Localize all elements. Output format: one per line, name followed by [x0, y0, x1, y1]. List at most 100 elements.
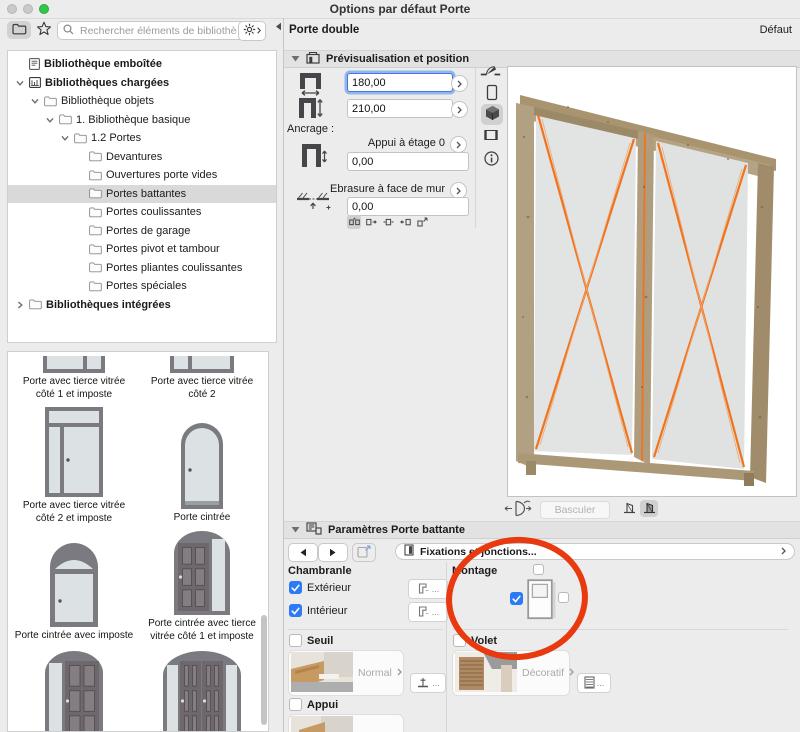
prev-arrow-icon: [300, 548, 306, 557]
montage-right-checkbox[interactable]: [558, 592, 569, 603]
montage-top-checkbox[interactable]: [533, 564, 544, 575]
folder-icon: [89, 151, 102, 162]
sill-anchor-icon: [299, 143, 328, 170]
door-thumbnail-image: [43, 356, 105, 373]
star-icon: [36, 21, 52, 39]
door-preview-viewport[interactable]: [507, 66, 797, 497]
seuil-settings-button[interactable]: ...: [410, 673, 446, 693]
thumbnail-item[interactable]: Porte cintrée: [138, 403, 266, 527]
door-open-in-toggle[interactable]: [640, 500, 658, 517]
chevron-down-icon[interactable]: [29, 97, 40, 105]
tree-item[interactable]: Portes battantes: [8, 184, 276, 203]
disclosure-triangle-icon[interactable]: [291, 524, 300, 536]
tree-item[interactable]: 1.2 Portes: [8, 129, 276, 148]
flip-swing-icon[interactable]: [502, 499, 534, 518]
3d-view-button[interactable]: [481, 104, 503, 125]
interior-casing-settings-button[interactable]: ...: [408, 602, 448, 622]
next-page-button[interactable]: [318, 543, 348, 562]
thumbnail-item[interactable]: Porte cintrée avec tierce: [10, 645, 138, 731]
library-settings-button[interactable]: [238, 21, 266, 41]
disclosure-triangle-icon[interactable]: [291, 53, 300, 65]
height-input[interactable]: [347, 99, 453, 118]
volet-type-selector[interactable]: Décoratif: [452, 650, 574, 696]
sill-value-input[interactable]: [347, 152, 469, 171]
plan-view-icon[interactable]: [480, 63, 501, 77]
thumbnail-item[interactable]: Porte avec tierce vitrée côté 2 et impos…: [10, 403, 138, 527]
panel-collapse-arrow-icon[interactable]: [275, 22, 282, 34]
anchor-mode-diagonal-button[interactable]: [415, 215, 429, 229]
folder-view-button[interactable]: [7, 21, 31, 39]
tree-item[interactable]: Portes coulissantes: [8, 203, 276, 222]
elevation-view-icon[interactable]: [486, 84, 498, 101]
volet-settings-button[interactable]: ...: [577, 673, 611, 693]
appui-checkbox-row[interactable]: Appui: [289, 698, 338, 711]
folder-icon: [44, 96, 57, 107]
gear-icon: [243, 23, 256, 39]
info-icon[interactable]: [484, 151, 499, 166]
section-view-icon[interactable]: [483, 129, 499, 141]
tree-item[interactable]: Devantures: [8, 148, 276, 167]
seuil-type-selector[interactable]: Normal: [288, 650, 404, 696]
interior-checkbox-row[interactable]: Intérieur: [289, 604, 347, 617]
sill-anchor-options-button[interactable]: [450, 136, 467, 153]
preview-section-title: Prévisualisation et position: [326, 53, 470, 65]
tree-item[interactable]: Portes spéciales: [8, 277, 276, 296]
exterior-checkbox[interactable]: [289, 581, 302, 594]
volet-checkbox[interactable]: [453, 634, 466, 647]
interior-checkbox[interactable]: [289, 604, 302, 617]
tree-item[interactable]: Ouvertures porte vides: [8, 166, 276, 185]
interior-label: Intérieur: [307, 604, 348, 617]
tree-item[interactable]: Portes pivot et tambour: [8, 240, 276, 259]
tree-item[interactable]: Bibliothèques chargées: [8, 74, 276, 93]
prev-page-button[interactable]: [288, 543, 318, 562]
thumbnail-item[interactable]: Porte cintrée avec tierce vitrée côté 1 …: [138, 527, 266, 645]
threshold-icon: [416, 676, 430, 690]
exterior-casing-settings-button[interactable]: ...: [408, 579, 448, 599]
anchor-mode-center-button[interactable]: [381, 215, 395, 229]
tree-item[interactable]: Bibliothèque emboîtée: [8, 55, 276, 74]
door-open-out-toggle[interactable]: [620, 500, 638, 517]
anchor-mode-left-button[interactable]: [364, 215, 378, 229]
tree-item[interactable]: Portes de garage: [8, 222, 276, 241]
chevron-right-icon[interactable]: [14, 301, 25, 309]
chevron-down-icon[interactable]: [14, 79, 25, 87]
appui-type-selector[interactable]: [288, 714, 404, 732]
anchor-mode-both-sides-button[interactable]: [347, 215, 361, 229]
thumbnail-item[interactable]: Porte avec tierce vitrée côté 1 et impos…: [10, 352, 138, 403]
thumbnail-item[interactable]: Porte cintrée, 2 battants, 2: [138, 645, 266, 731]
seuil-checkbox[interactable]: [289, 634, 302, 647]
favorites-button[interactable]: [33, 21, 55, 39]
tree-item[interactable]: 1. Bibliothèque basique: [8, 111, 276, 130]
flip-button[interactable]: Basculer: [540, 501, 610, 519]
more-label: ...: [596, 678, 605, 688]
panel-splitter[interactable]: [283, 18, 284, 732]
width-options-button[interactable]: [451, 75, 468, 92]
tree-item[interactable]: Bibliothèque objets: [8, 92, 276, 111]
folder-icon: [29, 299, 42, 310]
library-search-field[interactable]: [57, 21, 245, 40]
width-input[interactable]: [347, 73, 453, 92]
exterior-checkbox-row[interactable]: Extérieur: [289, 581, 351, 594]
reveal-value-input[interactable]: [347, 197, 469, 216]
search-input[interactable]: [78, 23, 239, 38]
seuil-checkbox-row[interactable]: Seuil: [289, 634, 333, 647]
tree-item[interactable]: Portes pliantes coulissantes: [8, 259, 276, 278]
anchor-label: Ancrage :: [287, 123, 335, 135]
transfer-settings-button[interactable]: [352, 543, 376, 562]
thumbnail-scrollbar[interactable]: [261, 615, 267, 725]
parameter-page-selector[interactable]: Fixations et jonctions...: [395, 543, 795, 560]
appui-checkbox[interactable]: [289, 698, 302, 711]
thumbnail-item[interactable]: Porte cintrée avec imposte: [10, 527, 138, 645]
height-options-button[interactable]: [451, 101, 468, 118]
volet-checkbox-row[interactable]: Volet: [453, 634, 497, 647]
anchor-mode-right-button[interactable]: [398, 215, 412, 229]
montage-left-checkbox[interactable]: [510, 592, 523, 605]
section-door-parameters[interactable]: Paramètres Porte battante: [284, 521, 800, 539]
tree-item[interactable]: Bibliothèques intégrées: [8, 296, 276, 315]
chevron-down-icon[interactable]: [59, 134, 70, 142]
thumbnail-item[interactable]: Porte avec tierce vitrée côté 2: [138, 352, 266, 403]
3d-cube-icon: [485, 105, 500, 124]
chevron-down-icon[interactable]: [44, 116, 55, 124]
casing-profile-icon: [417, 582, 430, 597]
thumbnail-caption: Porte avec tierce vitrée côté 2 et impos…: [22, 500, 126, 524]
